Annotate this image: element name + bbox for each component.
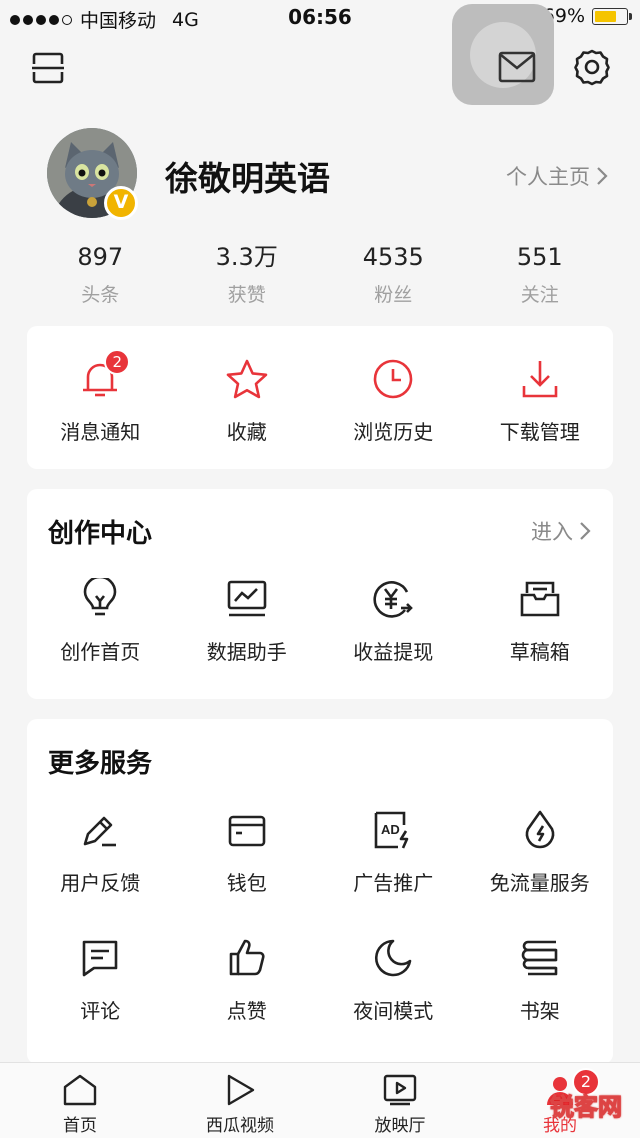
stat-value: 4535 [362, 243, 424, 271]
download-icon [520, 354, 560, 404]
stat-headlines[interactable]: 897 头条 [27, 240, 174, 307]
stat-label: 获赞 [227, 284, 266, 306]
service-label: 广告推广 [353, 871, 434, 895]
verified-badge-icon: V [104, 186, 138, 220]
tab-label: 西瓜视频 [206, 1116, 274, 1136]
ad-icon: AD [372, 805, 414, 855]
enter-link-label: 进入 [531, 520, 573, 544]
watermark-text: 锐客网 [550, 1092, 623, 1122]
tab-mine[interactable]: 我的 2 锐客网 [480, 1063, 640, 1138]
thumbs-up-icon [227, 933, 267, 983]
star-icon [225, 354, 269, 404]
battery-fill [595, 10, 616, 22]
tab-label: 首页 [63, 1116, 97, 1136]
service-label: 夜间模式 [353, 999, 434, 1023]
service-bookshelf[interactable]: 书架 [467, 933, 614, 1024]
service-label: 用户反馈 [60, 871, 141, 895]
stat-label: 头条 [81, 284, 120, 306]
clock-icon [372, 354, 414, 404]
comment-icon [80, 933, 120, 983]
stat-value: 551 [516, 243, 563, 271]
service-label: 免流量服务 [489, 871, 590, 895]
creation-center-title: 创作中心 [48, 519, 153, 549]
creation-item-label: 收益提现 [353, 640, 434, 664]
creation-item-label: 草稿箱 [509, 640, 570, 664]
stat-value: 3.3万 [215, 243, 278, 271]
homepage-link-label: 个人主页 [506, 165, 590, 189]
quick-action-notifications[interactable]: 2 消息通知 [27, 349, 174, 445]
creation-item-data[interactable]: 数据助手 [174, 574, 321, 665]
play-icon [224, 1073, 256, 1107]
creation-item-home[interactable]: 创作首页 [27, 574, 174, 665]
stat-likes[interactable]: 3.3万 获赞 [174, 240, 321, 307]
quick-actions-card: 2 消息通知 收藏 浏览历史 下载管理 [27, 326, 613, 469]
profile-stats: 897 头条 3.3万 获赞 4535 粉丝 551 关注 [27, 240, 613, 307]
creation-item-drafts[interactable]: 草稿箱 [467, 574, 614, 665]
tab-label: 放映厅 [374, 1116, 426, 1136]
service-label: 评论 [80, 999, 121, 1023]
pencil-icon [80, 805, 120, 855]
more-services-card: 更多服务 用户反馈 钱包 AD 广告推广 免流量服务 评论 点赞 夜间模式 书架 [27, 719, 613, 1064]
service-night-mode[interactable]: 夜间模式 [320, 933, 467, 1024]
quick-action-history[interactable]: 浏览历史 [320, 354, 467, 445]
mail-icon[interactable] [498, 51, 536, 83]
service-label: 点赞 [226, 999, 267, 1023]
creation-item-label: 数据助手 [206, 640, 287, 664]
creation-item-label: 创作首页 [60, 640, 141, 664]
bell-icon: 2 [80, 349, 131, 404]
quick-action-label: 浏览历史 [353, 420, 434, 444]
quick-action-label: 收藏 [226, 420, 267, 444]
user-name[interactable]: 徐敬明英语 [165, 152, 330, 200]
drop-icon [521, 805, 559, 855]
service-wallet[interactable]: 钱包 [174, 805, 321, 896]
quick-action-favorites[interactable]: 收藏 [174, 354, 321, 445]
chevron-right-icon [579, 521, 591, 541]
tv-play-icon [382, 1073, 418, 1107]
yuan-withdraw-icon [371, 574, 415, 624]
wallet-icon [226, 805, 268, 855]
tab-cinema[interactable]: 放映厅 [320, 1063, 480, 1138]
tab-xigua-video[interactable]: 西瓜视频 [160, 1063, 320, 1138]
chevron-right-icon [596, 166, 608, 186]
creation-center-card: 创作中心 进入 创作首页 数据助手 收益提现 草稿箱 [27, 489, 613, 699]
moon-icon [373, 933, 413, 983]
home-icon [62, 1073, 98, 1107]
scan-frame-icon[interactable] [30, 50, 66, 86]
stat-followers[interactable]: 4535 粉丝 [320, 240, 467, 307]
lightbulb-icon [82, 574, 118, 624]
chart-monitor-icon [226, 574, 268, 624]
more-services-title: 更多服务 [48, 749, 153, 779]
service-feedback[interactable]: 用户反馈 [27, 805, 174, 896]
notification-badge: 2 [104, 349, 131, 375]
service-data-free[interactable]: 免流量服务 [467, 805, 614, 896]
quick-action-downloads[interactable]: 下载管理 [467, 354, 614, 445]
quick-action-label: 下载管理 [499, 420, 580, 444]
battery-icon [592, 7, 632, 25]
bookshelf-icon [520, 933, 560, 983]
service-label: 钱包 [226, 871, 267, 895]
service-ads[interactable]: AD 广告推广 [320, 805, 467, 896]
quick-action-label: 消息通知 [60, 420, 141, 444]
gear-icon[interactable] [573, 48, 611, 86]
service-comments[interactable]: 评论 [27, 933, 174, 1024]
creation-center-enter-link[interactable]: 进入 [531, 516, 591, 546]
stat-label: 粉丝 [374, 284, 413, 306]
draft-box-icon [519, 574, 561, 624]
tab-home[interactable]: 首页 [0, 1063, 160, 1138]
bottom-tab-bar: 首页 西瓜视频 放映厅 我的 2 锐客网 [0, 1062, 640, 1138]
service-likes[interactable]: 点赞 [174, 933, 321, 1024]
stat-following[interactable]: 551 关注 [467, 240, 614, 307]
svg-text:AD: AD [381, 822, 400, 837]
service-label: 书架 [519, 999, 560, 1023]
stat-label: 关注 [520, 284, 559, 306]
creation-item-earnings[interactable]: 收益提现 [320, 574, 467, 665]
stat-value: 897 [77, 243, 124, 271]
personal-homepage-link[interactable]: 个人主页 [506, 161, 608, 191]
